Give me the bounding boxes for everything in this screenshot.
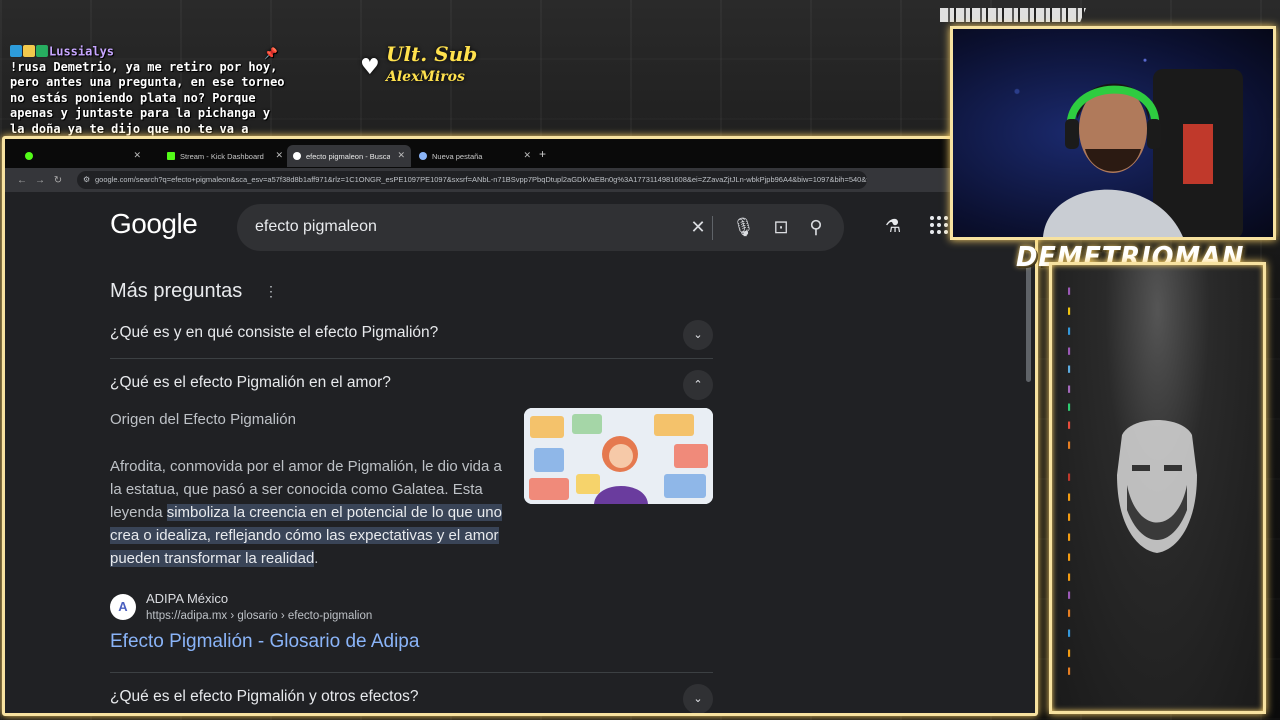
answer-heading: Origen del Efecto Pigmalión (110, 411, 296, 428)
site-info-icon[interactable]: ⚙ (83, 171, 90, 189)
new-tab-button[interactable]: + (539, 147, 546, 161)
chat-row: ▌ (1068, 367, 1073, 373)
google-icon (293, 152, 301, 160)
search-input[interactable] (255, 215, 655, 239)
chat-row: ▌ (1068, 593, 1073, 599)
question-text: ¿Qué es y en qué consiste el efecto Pigm… (110, 324, 439, 341)
microphone-icon[interactable]: 🎙 (732, 216, 755, 238)
close-icon[interactable]: ✕ (397, 150, 405, 161)
question-item[interactable]: ¿Qué es y en qué consiste el efecto Pigm… (110, 309, 713, 359)
browser-window: ✕ Stream - Kick Dashboard ✕ efecto pigma… (2, 136, 1038, 716)
tab-label: Nueva pestaña (432, 151, 483, 161)
chat-row: ▌ (1068, 309, 1073, 315)
google-logo[interactable]: Google (110, 208, 198, 240)
browser-toolbar: ← → ↻ ⚙ google.com/search?q=efecto+pigma… (5, 168, 1035, 192)
last-sub-name: AlexMiros (386, 69, 465, 85)
chat-row: ▌ (1068, 535, 1073, 541)
chrome-icon (419, 152, 427, 160)
webcam-decor-strip (940, 8, 1086, 22)
tab-google-search[interactable]: efecto pigmaleon - Buscar con Google ✕ (287, 145, 411, 167)
address-bar[interactable]: ⚙ google.com/search?q=efecto+pigmaleon&s… (77, 171, 867, 189)
more-questions-title: Más preguntas (110, 280, 243, 302)
crown-icon (23, 45, 35, 57)
chat-username: Lussialys (49, 44, 115, 59)
question-text: ¿Qué es el efecto Pigmalión y otros efec… (110, 688, 419, 705)
chat-row: ▌ (1068, 475, 1073, 481)
stream-chat-panel: ▌ ▌ ▌ ▌ ▌ ▌ ▌ ▌ ▌ ▌ ▌ ▌ ▌ ▌ ▌ ▌ ▌ ▌ ▌ ▌ (1049, 262, 1266, 714)
search-box: ✕ 🎙 ⊡ ⚲ (237, 204, 844, 251)
question-item-expanded[interactable]: ¿Qué es el efecto Pigmalión en el amor? … (110, 359, 713, 409)
close-icon[interactable]: ✕ (523, 150, 531, 161)
pin-icon: 📌 (264, 47, 278, 60)
search-divider (712, 216, 713, 240)
adipa-favicon-icon: A (110, 594, 136, 620)
lens-camera-icon[interactable]: ⊡ (770, 216, 792, 238)
chat-row: ▌ (1068, 443, 1073, 449)
answer-text: Afrodita, conmovida por el amor de Pigma… (110, 455, 502, 570)
close-icon[interactable]: ✕ (275, 150, 283, 161)
tab-label: Stream - Kick Dashboard (180, 151, 264, 161)
heart-icon: ♥ (360, 54, 380, 80)
page-scrollbar[interactable] (1026, 262, 1031, 382)
back-icon[interactable]: ← (13, 175, 31, 186)
question-text: ¿Qué es el efecto Pigmalión en el amor? (110, 374, 391, 391)
reload-icon[interactable]: ↻ (49, 175, 67, 186)
close-icon[interactable]: ✕ (133, 150, 141, 161)
address-url: google.com/search?q=efecto+pigmaleon&sca… (95, 175, 867, 184)
answer-illustration[interactable] (524, 408, 713, 504)
clear-icon[interactable]: ✕ (687, 216, 709, 238)
tab-strip: ✕ Stream - Kick Dashboard ✕ efecto pigma… (5, 139, 1035, 168)
question-item[interactable]: ¿Qué es el efecto Pigmalión y otros efec… (110, 672, 713, 713)
chat-row: ▌ (1068, 611, 1073, 617)
forward-icon[interactable]: → (31, 175, 49, 186)
illustration-graphic (524, 408, 713, 504)
kick-icon (167, 152, 175, 160)
chat-row: ▌ (1068, 575, 1073, 581)
apps-grid-icon[interactable] (930, 216, 948, 234)
badge-icon (10, 45, 22, 57)
chat-row: ▌ (1068, 555, 1073, 561)
chat-row: ▌ (1068, 423, 1073, 429)
source-url: https://adipa.mx › glosario › efecto-pig… (146, 610, 373, 622)
chevron-down-icon[interactable]: ⌄ (683, 684, 713, 713)
streamer-figure (1043, 69, 1243, 237)
chat-row: ▌ (1068, 669, 1073, 675)
chat-row: ▌ (1068, 289, 1073, 295)
more-options-icon[interactable]: ⋮ (264, 283, 278, 300)
chat-row: ▌ (1068, 515, 1073, 521)
last-sub-title: Ult. Sub (386, 42, 478, 66)
gift-icon (36, 45, 48, 57)
stream-screen: Lussialys 📌 !rusa Demetrio, ya me retiro… (0, 0, 1280, 720)
tab-label: efecto pigmaleon - Buscar con Google (306, 151, 390, 161)
tab-kick[interactable]: ✕ (19, 145, 147, 167)
channel-logo-icon (1117, 420, 1197, 553)
chat-row: ▌ (1068, 651, 1073, 657)
search-icon[interactable]: ⚲ (805, 216, 827, 238)
chat-row: ▌ (1068, 405, 1073, 411)
webcam-feed (950, 26, 1276, 240)
answer-highlight: simboliza la creencia en el potencial de… (110, 504, 502, 567)
tab-kick-dashboard[interactable]: Stream - Kick Dashboard ✕ (161, 145, 289, 167)
chevron-up-icon[interactable]: ⌃ (683, 370, 713, 400)
chat-row: ▌ (1068, 631, 1073, 637)
labs-flask-icon[interactable]: ⚗ (885, 216, 901, 237)
kick-icon (25, 152, 33, 160)
source-name: ADIPA México (146, 591, 229, 606)
chat-row: ▌ (1068, 329, 1073, 335)
chat-badges (10, 44, 49, 60)
google-results-page: Google ✕ 🎙 ⊡ ⚲ ⚗ Más preguntas ⋮ ¿Qué es… (5, 192, 1035, 713)
chevron-down-icon[interactable]: ⌄ (683, 320, 713, 350)
tab-new[interactable]: Nueva pestaña ✕ (413, 145, 537, 167)
source-title-link[interactable]: Efecto Pigmalión - Glosario de Adipa (110, 631, 419, 653)
chat-row: ▌ (1068, 387, 1073, 393)
answer-text-after: . (314, 550, 319, 567)
chat-row: ▌ (1068, 349, 1073, 355)
chat-row: ▌ (1068, 495, 1073, 501)
